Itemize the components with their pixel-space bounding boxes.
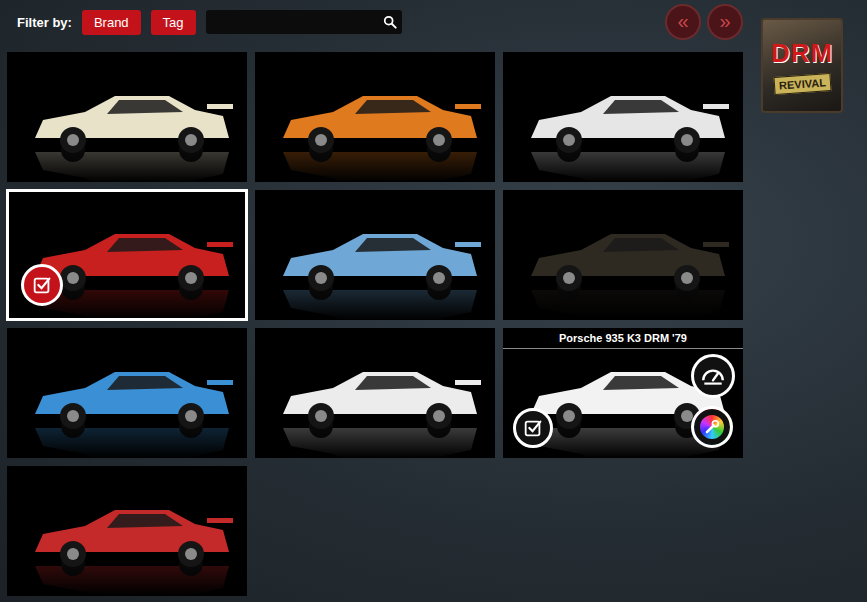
car-grid: Porsche 935 K3 DRM '79	[7, 52, 743, 596]
car-card[interactable]	[255, 190, 495, 320]
main-column: Filter by: Brand Tag «» Porsche 935 K3 DRM '…	[7, 0, 743, 602]
car-card[interactable]	[7, 466, 247, 596]
gauge-icon[interactable]	[691, 354, 735, 398]
car-picture	[255, 328, 495, 458]
car-title: Porsche 935 K3 DRM '79	[503, 328, 743, 349]
filter-label: Filter by:	[17, 15, 72, 30]
car-card[interactable]: Porsche 935 K3 DRM '79	[503, 328, 743, 458]
car-card[interactable]	[7, 190, 247, 320]
filter-button[interactable]: Brand	[82, 10, 141, 35]
pager-button[interactable]: »	[707, 4, 743, 40]
car-select-screen: Filter by: Brand Tag «» Porsche 935 K3 DRM '…	[0, 0, 867, 602]
car-card[interactable]	[255, 52, 495, 182]
car-picture	[255, 52, 495, 182]
filter-button[interactable]: Tag	[151, 10, 196, 35]
check-icon[interactable]	[513, 408, 553, 448]
logo-title: DRM	[771, 38, 833, 69]
selected-check-icon	[21, 264, 63, 306]
pager-button[interactable]: «	[665, 4, 701, 40]
logo-subtitle: REVIVAL	[773, 73, 831, 95]
car-card[interactable]	[7, 52, 247, 182]
car-picture	[7, 328, 247, 458]
car-card[interactable]	[503, 52, 743, 182]
car-card[interactable]	[7, 328, 247, 458]
car-card[interactable]	[255, 328, 495, 458]
car-picture	[503, 190, 743, 320]
car-picture	[503, 52, 743, 182]
magnifier-icon[interactable]	[383, 15, 397, 29]
championship-logo: DRM REVIVAL	[761, 18, 843, 113]
car-picture	[255, 190, 495, 320]
search-input[interactable]	[212, 14, 383, 30]
top-bar: Filter by: Brand Tag «»	[7, 0, 743, 52]
search-field[interactable]	[206, 10, 402, 34]
car-card[interactable]	[503, 190, 743, 320]
car-picture	[7, 52, 247, 182]
car-picture	[7, 466, 247, 596]
color-wheel-wrench-icon[interactable]	[691, 406, 733, 448]
